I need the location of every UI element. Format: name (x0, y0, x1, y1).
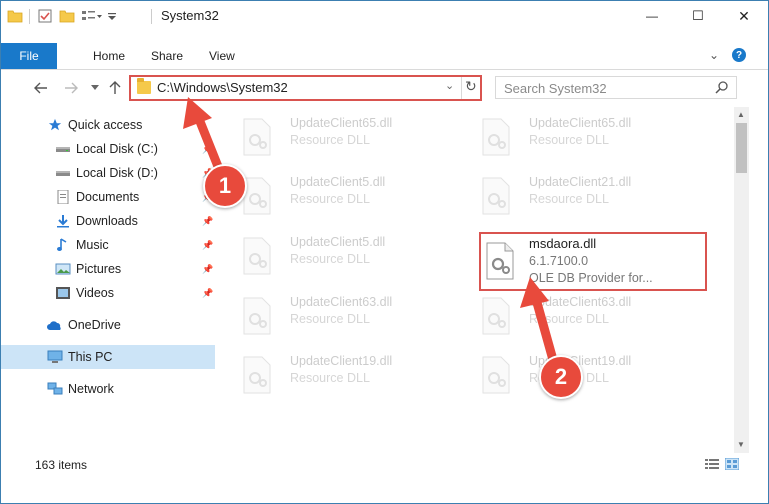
step-2-badge: 2 (539, 355, 583, 399)
arrow-step-2 (520, 277, 560, 372)
step-1-badge: 1 (203, 164, 247, 208)
explorer-window: System32 — ☐ ✕ File Home Share View ⌄ ? … (0, 0, 769, 504)
annotation-arrows (183, 97, 560, 372)
